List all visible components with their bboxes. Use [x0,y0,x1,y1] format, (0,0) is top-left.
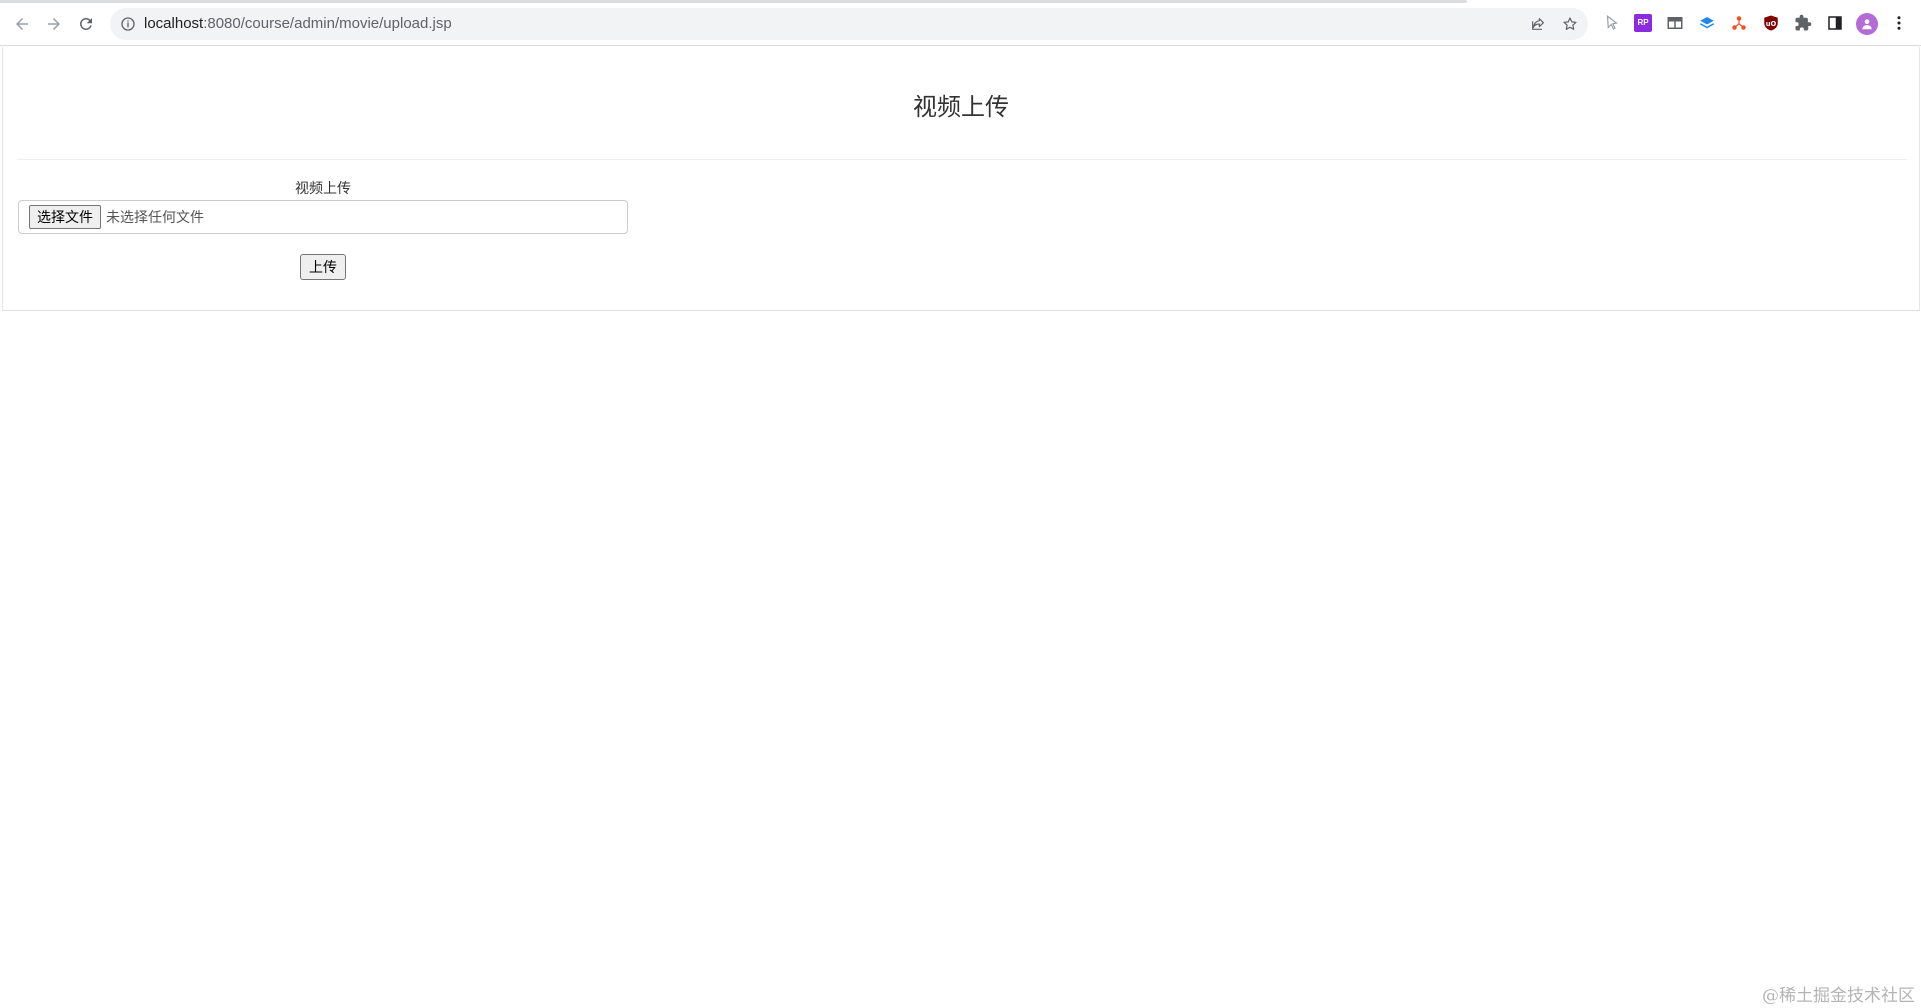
reload-icon [79,17,92,30]
tab-manager-extension-icon[interactable] [1666,14,1684,32]
reload-button[interactable] [72,10,100,38]
tab-strip-edge [0,0,1467,3]
submit-row: 上传 [18,254,628,280]
layers-extension-icon[interactable] [1698,14,1716,32]
svg-text:uO: uO [1766,20,1777,28]
video-file-input[interactable]: 选择文件 未选择任何文件 [18,200,628,234]
upload-button[interactable]: 上传 [300,254,346,280]
arrow-right-icon [48,18,60,30]
url-host: localhost [144,15,204,32]
video-field-label: 视频上传 [295,180,351,196]
cursor-extension-icon[interactable] [1603,14,1621,32]
puzzle-extensions-icon[interactable] [1794,14,1812,32]
profile-avatar[interactable] [1856,13,1878,35]
info-icon[interactable] [120,16,136,32]
watermark: @稀土掘金技术社区 [1762,986,1915,1006]
url-path: :8080/course/admin/movie/upload.jsp [203,15,452,32]
address-bar[interactable]: localhost:8080/course/admin/movie/upload… [110,8,1588,40]
share-icon[interactable] [1530,16,1546,32]
arrow-left-icon [16,18,28,30]
forward-button[interactable] [40,10,68,38]
browser-toolbar: localhost:8080/course/admin/movie/upload… [0,0,1921,46]
browser-menu-icon[interactable] [1890,14,1908,32]
url-text[interactable]: localhost:8080/course/admin/movie/upload… [144,15,452,32]
network-extension-icon[interactable] [1730,14,1748,32]
ublock-shield-icon[interactable]: uO [1762,14,1780,32]
title-divider [17,159,1907,160]
page-title: 视频上传 [913,94,1009,121]
file-status-text: 未选择任何文件 [106,209,204,225]
upload-panel: 视频上传 视频上传 选择文件 未选择任何文件 上传 [2,47,1920,311]
bookmark-star-icon[interactable] [1562,16,1578,32]
profile-icon [1862,19,1872,30]
back-button[interactable] [8,10,36,38]
side-panel-icon[interactable] [1826,14,1844,32]
choose-file-button[interactable]: 选择文件 [29,205,101,229]
upload-form: 视频上传 选择文件 未选择任何文件 上传 [18,179,628,280]
rp-extension-icon[interactable]: RP [1634,14,1652,32]
